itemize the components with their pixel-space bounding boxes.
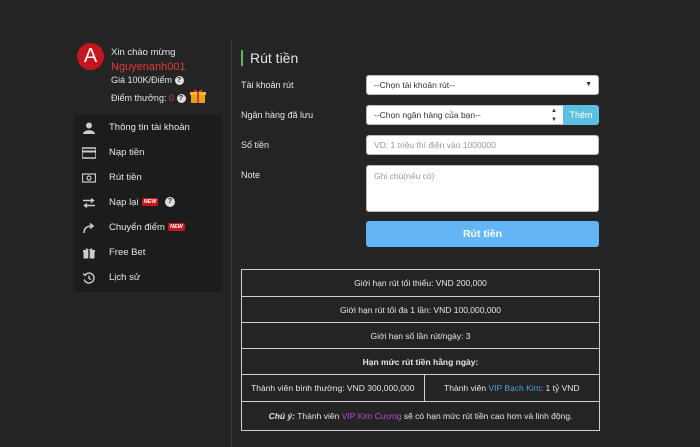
- add-bank-button[interactable]: Thêm: [563, 105, 599, 125]
- sidebar-item-label: Chuyển điểm NEW: [109, 222, 185, 233]
- account-select-value: --Chọn tài khoản rút--: [374, 80, 455, 90]
- note-mid: Thành viên: [297, 411, 340, 421]
- account-select[interactable]: --Chọn tài khoản rút-- ▼: [366, 75, 599, 95]
- vertical-divider: [231, 40, 232, 447]
- sidebar: A Xin chào mừng Nguyenanh001 Giá 100K/Đi…: [74, 40, 222, 292]
- page-title: Rút tiền: [241, 50, 298, 66]
- sidebar-item-label: Nạp tiền: [109, 147, 145, 158]
- sidebar-item-account-info[interactable]: Thông tin tài khoản: [74, 115, 222, 140]
- username[interactable]: Nguyenanh001: [111, 61, 186, 73]
- note-suffix: sẽ có hạn mức rút tiền cao hơn và linh đ…: [403, 411, 573, 421]
- avatar[interactable]: A: [77, 43, 104, 70]
- help-icon[interactable]: ?: [165, 197, 176, 208]
- money-icon: [82, 173, 96, 183]
- chevron-down-icon: ▼: [585, 81, 592, 88]
- gift-icon: [83, 248, 95, 259]
- share-icon: [83, 222, 95, 234]
- sidebar-item-text: Chuyển điểm: [109, 222, 165, 233]
- points-help-icon[interactable]: ?: [176, 94, 186, 104]
- sidebar-item-history[interactable]: Lịch sử: [74, 265, 222, 290]
- sidebar-item-deposit[interactable]: Nạp tiền: [74, 140, 222, 165]
- vip-platinum-link[interactable]: VIP Bạch Kim: [488, 383, 540, 393]
- amount-label: Số tiền: [241, 140, 270, 150]
- bank-label: Ngân hàng đã lưu: [241, 110, 314, 120]
- new-badge: NEW: [167, 223, 185, 232]
- sidebar-item-label: Nạp lại NEW ?: [109, 197, 176, 208]
- note-prefix: Chú ý:: [268, 411, 296, 421]
- sidebar-item-reload[interactable]: Nạp lại NEW ?: [74, 190, 222, 215]
- limit-per-day: Giới hạn số lần rút/ngày: 3: [241, 322, 600, 349]
- sidebar-item-label: Thông tin tài khoản: [109, 122, 190, 133]
- points-label: Điểm thưởng:: [111, 93, 167, 103]
- limit-normal-member: Thành viên bình thường: VND 300,000,000: [241, 374, 425, 402]
- vip-suffix: : 1 tỷ VND: [540, 383, 580, 393]
- help-icon[interactable]: ?: [174, 76, 184, 86]
- new-badge: NEW: [141, 198, 159, 207]
- limit-vip-member: Thành viên VIP Bạch Kim: 1 tỷ VND: [423, 374, 601, 402]
- amount-input[interactable]: VD: 1 triệu thì điền vào 1000000: [366, 135, 599, 155]
- sort-arrows-icon: ▲ ▼: [551, 108, 557, 123]
- vip-prefix: Thành viên: [444, 383, 487, 393]
- gift-box-icon[interactable]: [190, 88, 206, 104]
- user-profile: A Xin chào mừng Nguyenanh001 Giá 100K/Đi…: [74, 40, 222, 114]
- greeting-text: Xin chào mừng: [111, 47, 176, 58]
- sidebar-menu: Thông tin tài khoản Nạp tiền Rút tiền Nạ…: [74, 115, 222, 292]
- vip-diamond-link[interactable]: VIP Kim Cương: [342, 411, 402, 421]
- note-textarea[interactable]: Ghi chú(nếu có): [366, 165, 599, 212]
- limit-max: Giới hạn rút tối đa 1 lần: VND 100,000,0…: [241, 296, 600, 323]
- sidebar-item-withdraw[interactable]: Rút tiền: [74, 165, 222, 190]
- note-label: Note: [241, 170, 261, 180]
- credit-card-icon: [82, 147, 96, 159]
- price-label: Giá 100K/Điểm: [111, 75, 173, 85]
- sidebar-item-text: Nạp lại: [109, 197, 139, 208]
- sidebar-item-transfer-points[interactable]: Chuyển điểm NEW: [74, 215, 222, 240]
- points-text: Điểm thưởng: 0 ?: [111, 93, 186, 104]
- withdraw-limits-table: Giới hạn rút tối thiểu: VND 200,000 Giới…: [241, 269, 601, 431]
- user-icon: [83, 122, 95, 134]
- account-label: Tài khoản rút: [241, 80, 294, 90]
- limit-note: Chú ý: Thành viên VIP Kim Cương sẽ có hạ…: [241, 401, 600, 431]
- bank-select[interactable]: --Chọn ngân hàng của bạn-- ▲ ▼: [366, 105, 564, 125]
- price-text: Giá 100K/Điểm ?: [111, 75, 184, 86]
- history-icon: [82, 272, 95, 284]
- bank-select-value: --Chọn ngân hàng của bạn--: [374, 110, 481, 120]
- daily-limit-header: Hạn mức rút tiền hằng ngày:: [241, 348, 600, 375]
- sidebar-item-label: Free Bet: [109, 247, 146, 258]
- limit-min: Giới hạn rút tối thiểu: VND 200,000: [241, 269, 600, 297]
- sidebar-item-label: Rút tiền: [109, 172, 142, 183]
- sidebar-item-free-bet[interactable]: Free Bet: [74, 240, 222, 265]
- withdraw-submit-button[interactable]: Rút tiền: [366, 221, 599, 247]
- exchange-icon: [83, 197, 95, 209]
- sidebar-item-label: Lịch sử: [109, 272, 141, 283]
- points-value: 0: [168, 93, 174, 103]
